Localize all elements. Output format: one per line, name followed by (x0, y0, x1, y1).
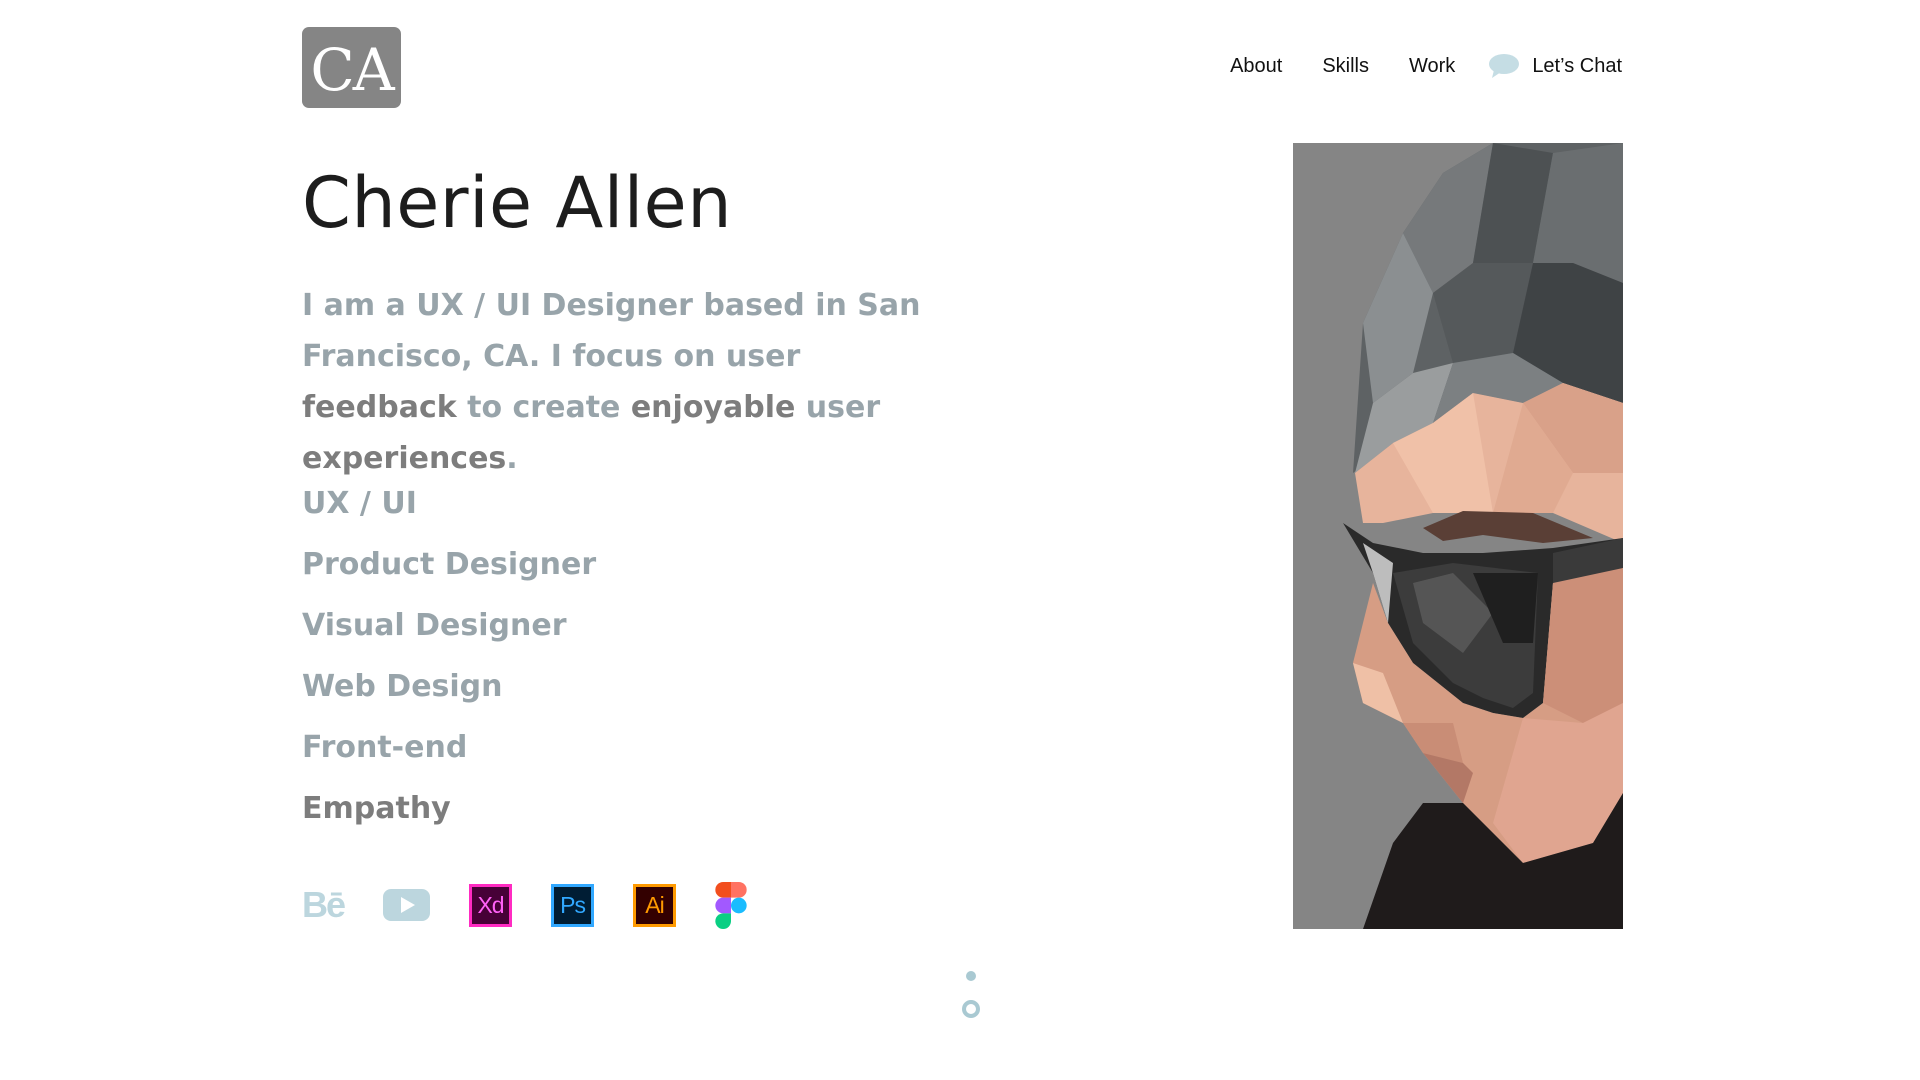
nav-work[interactable]: Work (1409, 55, 1455, 78)
adobe-photoshop-icon[interactable]: Ps (551, 883, 595, 927)
nav-about[interactable]: About (1230, 55, 1282, 78)
role-item: Front-end (302, 730, 468, 765)
bio-text: to create (456, 390, 631, 425)
adobe-xd-icon[interactable]: Xd (469, 883, 513, 927)
tools-row: Bē Xd Ps Ai (302, 880, 786, 930)
role-item: Web Design (302, 669, 503, 704)
logo[interactable]: CA (302, 27, 401, 108)
scroll-down-indicator[interactable] (961, 971, 981, 1023)
role-item: UX / UI (302, 486, 417, 521)
role-item: Empathy (302, 791, 451, 826)
nav-skills[interactable]: Skills (1322, 55, 1369, 78)
role-item: Product Designer (302, 547, 597, 582)
top-nav: About Skills Work Let’s Chat (1230, 53, 1622, 79)
behance-icon[interactable]: Bē (302, 884, 346, 926)
bio-paragraph: I am a UX / UI Designer based in San Fra… (302, 280, 942, 484)
page-title: Cherie Allen (302, 162, 733, 244)
bio-text: user (795, 390, 881, 425)
speech-bubble-icon[interactable] (1488, 53, 1520, 79)
bio-text: I am a UX / UI Designer based in San Fra… (302, 288, 921, 374)
adobe-illustrator-icon[interactable]: Ai (633, 883, 677, 927)
bio-text: . (506, 441, 518, 476)
bio-emphasis: feedback (302, 390, 457, 425)
nav-lets-chat[interactable]: Let’s Chat (1532, 55, 1622, 78)
roles-list: UX / UI Product Designer Visual Designer… (302, 478, 596, 844)
bio-emphasis: enjoyable (630, 390, 796, 425)
bio-emphasis: experiences (302, 441, 507, 476)
youtube-icon[interactable] (383, 889, 431, 921)
role-item: Visual Designer (302, 608, 567, 643)
low-poly-portrait (1293, 143, 1623, 929)
figma-icon[interactable] (715, 881, 747, 929)
